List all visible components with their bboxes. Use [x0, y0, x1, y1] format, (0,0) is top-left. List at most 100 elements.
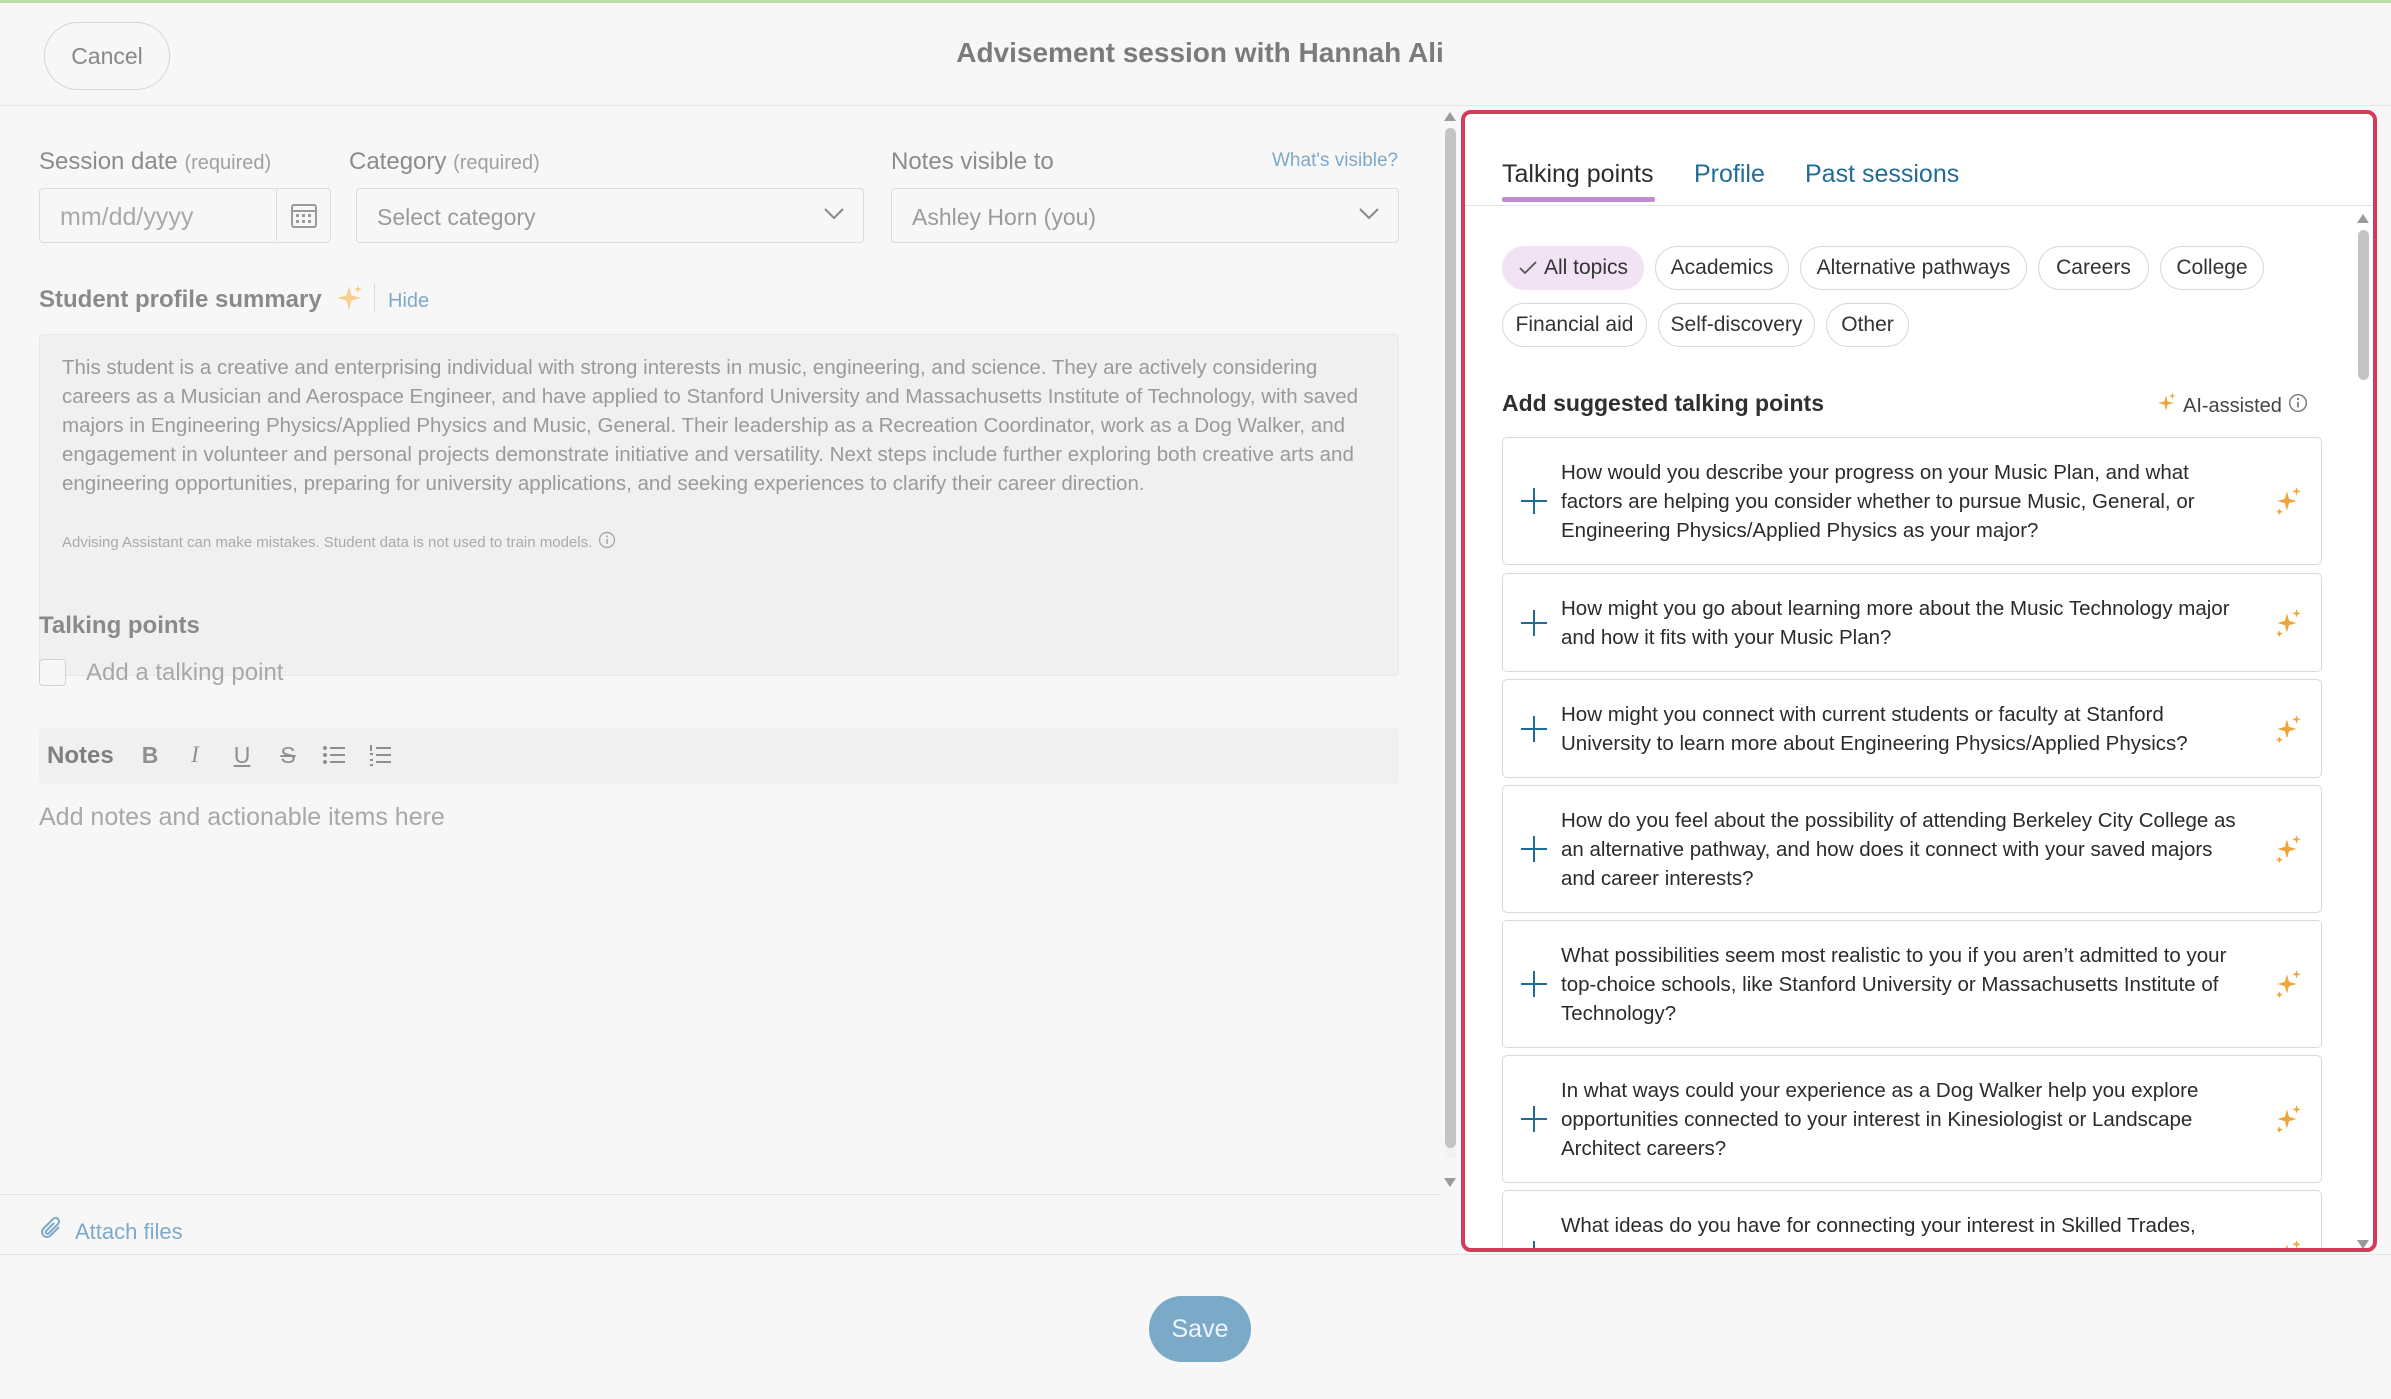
chip-self-discovery[interactable]: Self-discovery [1658, 303, 1815, 347]
attach-files-button[interactable]: Attach files [39, 1215, 183, 1249]
required-marker: (required) [184, 152, 272, 174]
underline-button[interactable]: U [227, 740, 257, 770]
check-icon [1519, 261, 1537, 275]
notes-toolbar: Notes B I U S [39, 728, 1399, 784]
sparkle-icon [2155, 392, 2177, 420]
plus-icon[interactable] [1519, 969, 1549, 999]
scroll-down-arrow[interactable] [2357, 1240, 2369, 1248]
scroll-up-arrow[interactable] [1444, 112, 1456, 121]
chip-alternative-pathways[interactable]: Alternative pathways [1800, 246, 2027, 290]
disclaimer-text: Advising Assistant can make mistakes. St… [62, 533, 593, 551]
talking-points-title: Talking points [39, 612, 200, 639]
whats-visible-link[interactable]: What's visible? [1272, 150, 1398, 172]
italic-button[interactable]: I [180, 740, 210, 770]
plus-icon[interactable] [1519, 714, 1549, 744]
session-date-label: Session date (required) [39, 148, 271, 176]
suggestion-text: How might you go about learning more abo… [1561, 597, 2230, 649]
notes-visible-select[interactable]: Ashley Horn (you) [891, 188, 1399, 243]
session-date-placeholder: mm/dd/yyyy [60, 203, 194, 231]
suggestion-card[interactable]: How would you describe your progress on … [1502, 437, 2322, 565]
info-icon[interactable] [598, 531, 616, 553]
sparkle-icon [2273, 969, 2303, 1004]
save-button[interactable]: Save [1149, 1296, 1251, 1362]
chip-all-topics[interactable]: All topics [1502, 246, 1644, 290]
paperclip-icon [39, 1215, 65, 1249]
suggestion-text: In what ways could your experience as a … [1561, 1079, 2199, 1160]
tab-talking-points[interactable]: Talking points [1502, 160, 1653, 189]
bold-button[interactable]: B [135, 740, 165, 770]
session-form: Session date (required) Category (requir… [0, 106, 1440, 1254]
numbered-list-button[interactable] [365, 740, 395, 770]
suggestion-text: What ideas do you have for connecting yo… [1561, 1214, 2196, 1237]
panel-scrollbar[interactable] [2355, 210, 2371, 1248]
calendar-icon[interactable] [276, 189, 330, 241]
attach-files-label: Attach files [75, 1219, 183, 1244]
scroll-thumb[interactable] [2358, 230, 2369, 380]
suggestion-card[interactable]: In what ways could your experience as a … [1502, 1055, 2322, 1183]
tab-profile[interactable]: Profile [1694, 160, 1765, 189]
left-scrollbar[interactable] [1440, 106, 1460, 1188]
ai-assisted-label: AI-assisted [2183, 394, 2282, 417]
plus-icon[interactable] [1519, 1239, 1549, 1248]
add-talking-point-input[interactable]: Add a talking point [86, 659, 283, 687]
plus-icon[interactable] [1519, 1104, 1549, 1134]
student-profile-summary-title: Student profile summary [39, 286, 322, 313]
modal-header: Cancel Advisement session with Hannah Al… [0, 3, 2391, 106]
summary-box: This student is a creative and enterpris… [39, 334, 1399, 676]
sparkle-icon [2273, 1239, 2303, 1248]
chip-careers[interactable]: Careers [2038, 246, 2149, 290]
active-tab-indicator [1502, 197, 1655, 202]
sparkle-icon [2273, 834, 2303, 869]
notes-editor[interactable]: Add notes and actionable items here [39, 803, 445, 832]
bullet-list-button[interactable] [319, 740, 349, 770]
suggestion-card[interactable]: What ideas do you have for connecting yo… [1502, 1190, 2322, 1248]
divider [374, 284, 375, 312]
strikethrough-button[interactable]: S [273, 740, 303, 770]
suggested-talking-points-title: Add suggested talking points [1502, 390, 1825, 416]
chip-college[interactable]: College [2160, 246, 2264, 290]
scroll-thumb[interactable] [1445, 128, 1456, 1148]
suggestion-card[interactable]: What possibilities seem most realistic t… [1502, 920, 2322, 1048]
session-date-input[interactable]: mm/dd/yyyy [39, 188, 331, 243]
sparkle-icon [335, 284, 363, 317]
suggestion-text: How might you connect with current stude… [1561, 703, 2188, 755]
info-icon[interactable] [2288, 393, 2308, 419]
sparkle-icon [2273, 1104, 2303, 1139]
modal-footer: Save [0, 1254, 2391, 1399]
hide-summary-link[interactable]: Hide [388, 290, 429, 313]
sparkle-icon [2273, 486, 2303, 521]
suggestion-text: What possibilities seem most realistic t… [1561, 944, 2227, 1025]
chevron-down-icon [823, 207, 845, 226]
category-label-text: Category [349, 148, 447, 175]
chip-financial-aid[interactable]: Financial aid [1502, 303, 1647, 347]
suggestion-card[interactable]: How do you feel about the possibility of… [1502, 785, 2322, 913]
suggestion-text: How would you describe your progress on … [1561, 461, 2195, 542]
category-label: Category (required) [349, 148, 540, 176]
plus-icon[interactable] [1519, 608, 1549, 638]
category-select[interactable]: Select category [356, 188, 864, 243]
summary-disclaimer: Advising Assistant can make mistakes. St… [62, 531, 616, 553]
chip-other[interactable]: Other [1826, 303, 1909, 347]
summary-text: This student is a creative and enterpris… [62, 356, 1359, 495]
talking-point-checkbox[interactable] [39, 659, 66, 686]
plus-icon[interactable] [1519, 486, 1549, 516]
scroll-down-arrow[interactable] [1444, 1178, 1456, 1187]
suggestion-card[interactable]: How might you go about learning more abo… [1502, 573, 2322, 672]
sparkle-icon [2273, 714, 2303, 749]
scroll-up-arrow[interactable] [2357, 214, 2369, 223]
sparkle-icon [2273, 608, 2303, 643]
ai-assisted-badge: AI-assisted [2155, 392, 2308, 420]
tab-past-sessions[interactable]: Past sessions [1805, 160, 1959, 189]
notes-visible-value: Ashley Horn (you) [912, 204, 1097, 230]
attach-bar: Attach files [0, 1194, 1440, 1254]
chip-label: All topics [1543, 256, 1629, 279]
suggestion-text: How do you feel about the possibility of… [1561, 809, 2236, 890]
plus-icon[interactable] [1519, 834, 1549, 864]
notes-visible-label: Notes visible to [891, 148, 1054, 175]
suggestion-card[interactable]: How might you connect with current stude… [1502, 679, 2322, 778]
required-marker: (required) [453, 152, 540, 174]
page-title: Advisement session with Hannah Ali [956, 37, 1444, 68]
notes-label: Notes [47, 742, 114, 769]
assistant-panel: Talking points Profile Past sessions All… [1461, 110, 2377, 1252]
chip-academics[interactable]: Academics [1655, 246, 1789, 290]
